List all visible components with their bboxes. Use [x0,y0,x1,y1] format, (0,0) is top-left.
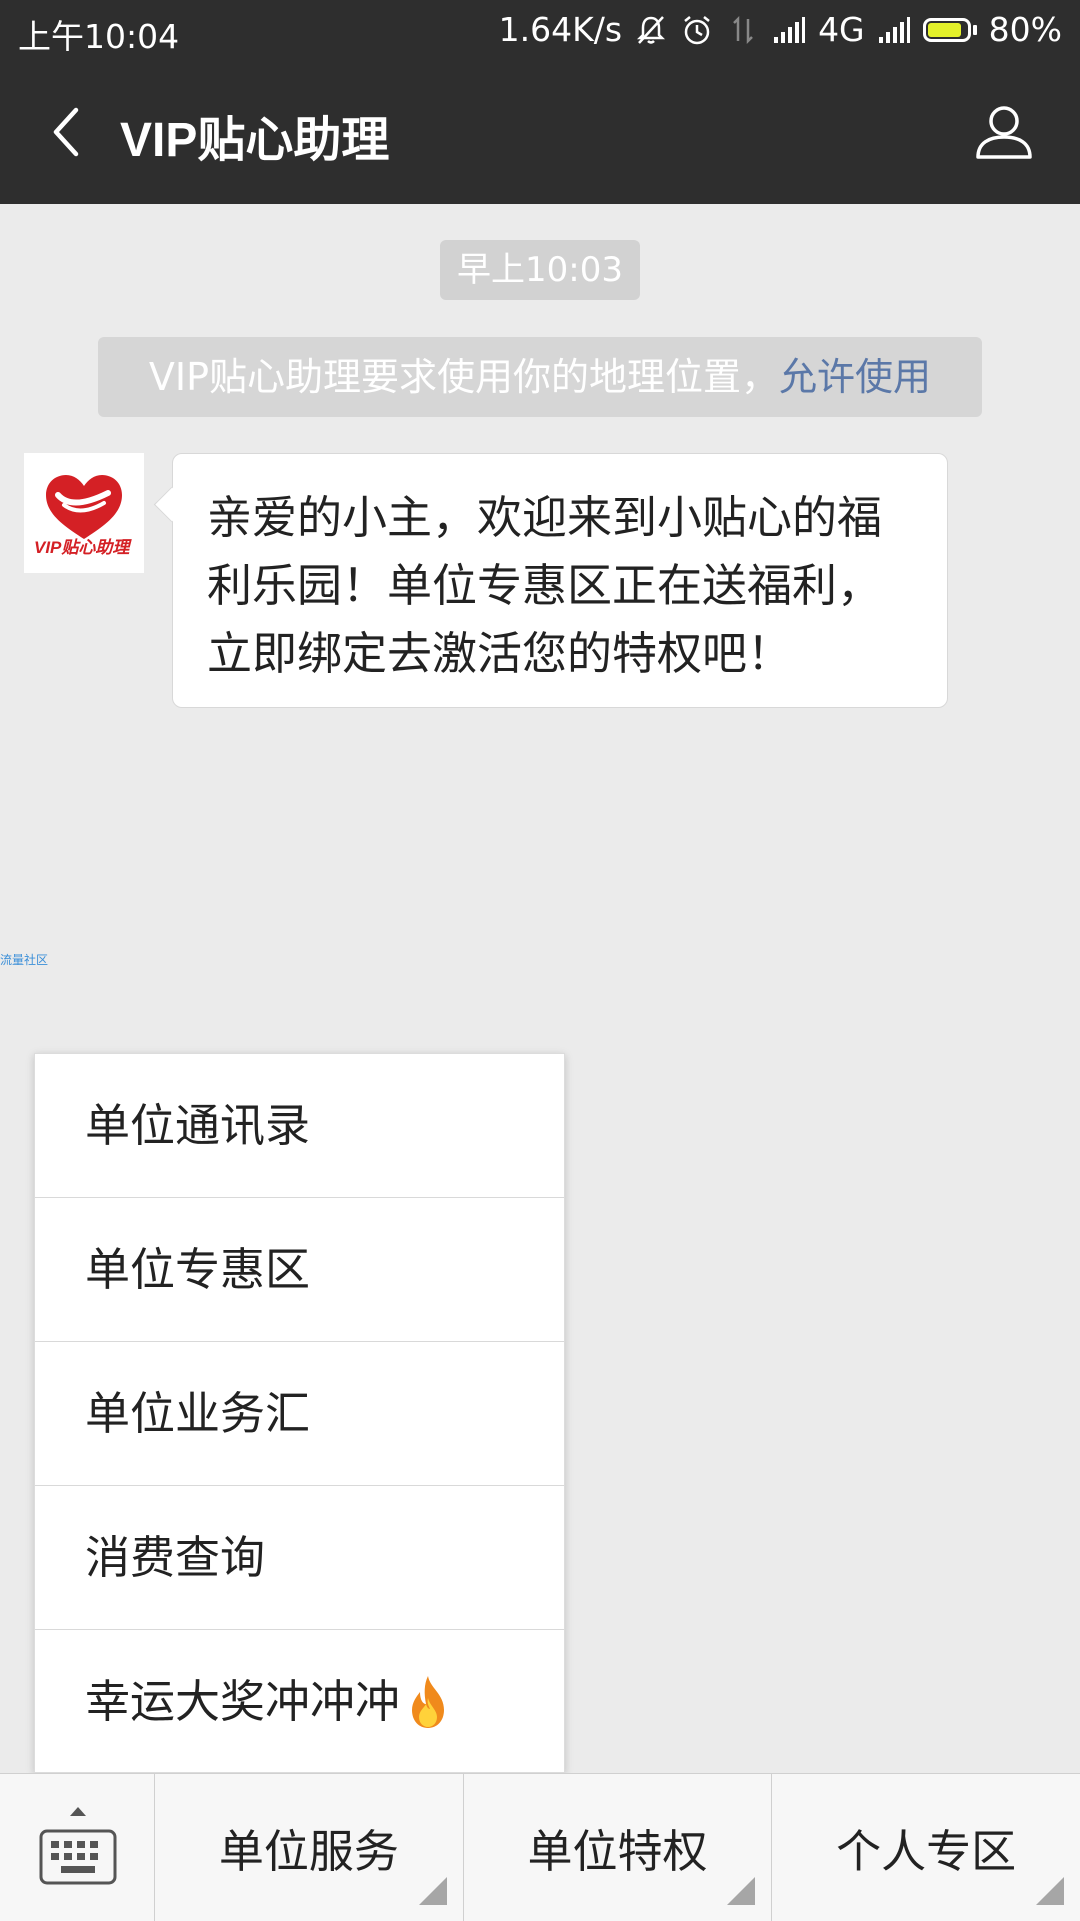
signal-icon [774,16,806,43]
tab-label: 单位特权 [527,1825,708,1878]
battery-level [927,22,962,37]
battery-icon [922,17,977,42]
menu-item-contacts[interactable]: 单位通讯录 [35,1054,564,1198]
notice-text: VIP贴心助理要求使用你的地理位置， [148,355,780,399]
caret-up-icon [70,1807,86,1816]
alarm-icon [684,15,710,44]
side-link[interactable]: 流量社区 [0,951,48,968]
menu-item-label: 单位通讯录 [85,1098,311,1152]
tab-personal-zone[interactable]: 个人专区 [772,1774,1080,1921]
battery-percent: 80% [988,10,1062,49]
back-button[interactable] [30,96,102,168]
tab-label: 单位服务 [218,1825,399,1878]
person-icon [976,106,1032,159]
signal-icon-2 [878,16,910,43]
menu-item-label: 幸运大奖冲冲冲 [85,1675,401,1728]
menu-item-lucky-draw[interactable]: 幸运大奖冲冲冲 [35,1630,564,1774]
avatar-logo-text: VIP贴心助理 [34,538,130,557]
message-timestamp: 早上10:03 [440,240,640,300]
keyboard-icon [39,1829,117,1885]
network-speed: 1.64K/s [498,10,623,49]
menu-item-label: 消费查询 [85,1530,266,1584]
mute-bell-icon [637,15,666,44]
location-permission-notice: VIP贴心助理要求使用你的地理位置，允许使用 [98,337,982,417]
status-time: 上午10:04 [18,17,180,56]
service-popup-menu: 单位通讯录 单位专惠区 单位业务汇 消费查询 幸运大奖冲冲冲 [34,1053,565,1773]
menu-item-business[interactable]: 单位业务汇 [35,1342,564,1486]
bottom-menu-bar: 单位服务 单位特权 个人专区 [0,1773,1080,1921]
menu-item-discounts[interactable]: 单位专惠区 [35,1198,564,1342]
data-transfer-icon [733,15,753,44]
avatar[interactable]: VIP贴心助理 [24,453,144,573]
bubble-arrow [153,486,190,523]
tab-unit-privilege[interactable]: 单位特权 [464,1774,773,1921]
keyboard-switch-button[interactable] [0,1774,155,1921]
page-title: VIP贴心助理 [120,114,390,167]
message-text: 亲爱的小主，欢迎来到小贴心的福利乐园！单位专惠区正在送福利，立即绑定去激活您的特… [207,491,883,680]
chevron-left-icon [53,107,79,157]
menu-item-label: 单位专惠区 [85,1242,311,1296]
allow-location-link[interactable]: 允许使用 [779,355,931,399]
tab-label: 个人专区 [836,1825,1017,1878]
menu-item-label: 单位业务汇 [85,1386,311,1440]
profile-button[interactable] [968,96,1040,168]
status-icons: 1.64K/s 4G 80% [499,10,1062,49]
status-bar: 上午10:04 1.64K/s 4G 80% [0,0,1080,60]
submenu-indicator-icon [418,1877,447,1905]
network-type: 4G [818,10,865,49]
tab-unit-service[interactable]: 单位服务 [155,1774,464,1921]
fire-icon [412,1676,445,1728]
submenu-indicator-icon [727,1877,756,1905]
menu-item-consumption-query[interactable]: 消费查询 [35,1486,564,1630]
message-bubble: 亲爱的小主，欢迎来到小贴心的福利乐园！单位专惠区正在送福利，立即绑定去激活您的特… [153,453,948,708]
app-header: VIP贴心助理 [0,60,1080,204]
submenu-indicator-icon [1036,1877,1065,1905]
